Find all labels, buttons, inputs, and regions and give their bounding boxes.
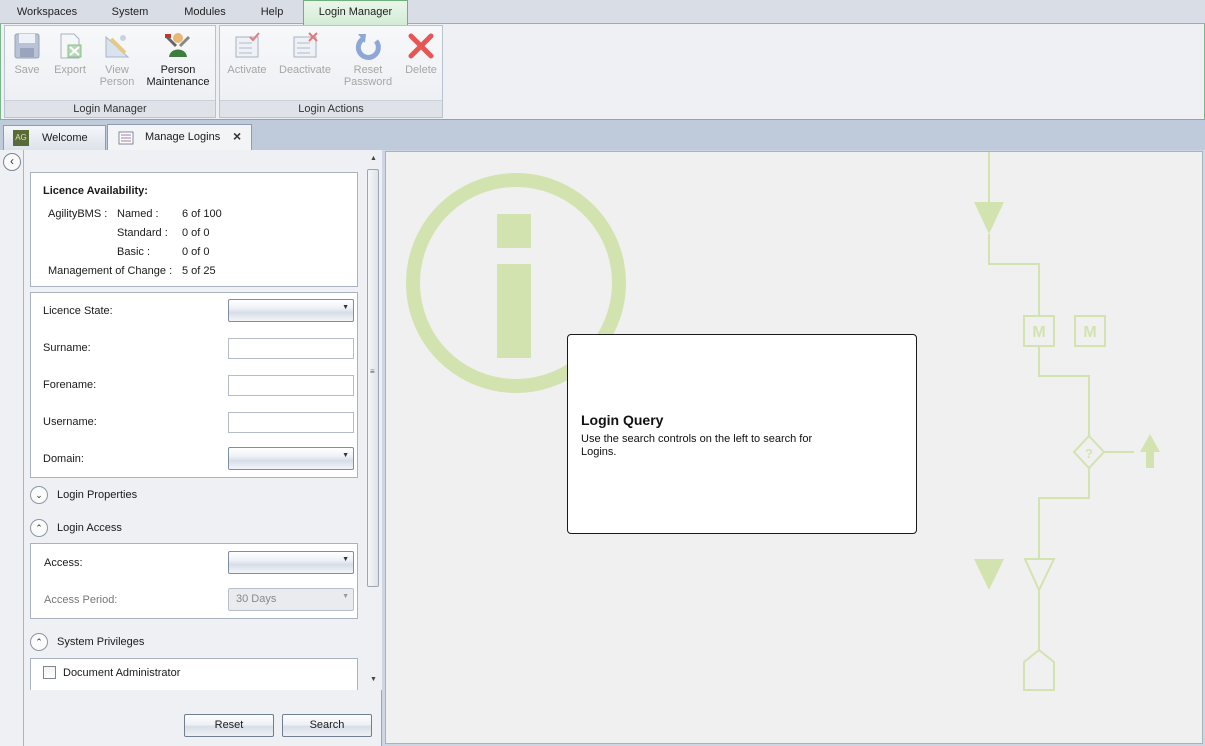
access-label: Access: — [44, 557, 83, 569]
licence-named-value: 6 of 100 — [182, 208, 222, 220]
login-access-toggle[interactable]: ⌃ Login Access — [30, 519, 330, 539]
chevron-down-icon: ▼ — [342, 304, 349, 311]
ribbon-group-label-login-actions: Login Actions — [220, 100, 442, 117]
scroll-down-icon[interactable]: ▼ — [365, 672, 382, 688]
menu-tab-workspaces[interactable]: Workspaces — [4, 3, 90, 23]
domain-label: Domain: — [43, 453, 84, 465]
close-icon[interactable]: × — [233, 125, 241, 147]
view-person-button[interactable]: View Person — [93, 31, 141, 88]
login-properties-label: Login Properties — [57, 489, 138, 501]
tab-manage-logins[interactable]: Manage Logins × — [107, 124, 252, 151]
licence-state-select[interactable]: ▼ — [228, 299, 354, 322]
system-privileges-box: Document Administrator — [30, 658, 358, 690]
collapse-icon: ⌃ — [30, 633, 48, 651]
export-button[interactable]: Export — [49, 31, 91, 76]
login-query-title: Login Query — [581, 412, 664, 428]
menu-tab-system[interactable]: System — [100, 3, 160, 23]
panel-scrollbar[interactable]: ▲ ≡ ▼ — [365, 150, 382, 690]
licence-basic-value: 0 of 0 — [182, 246, 210, 258]
search-button[interactable]: Search — [282, 714, 372, 737]
reset-button[interactable]: Reset — [184, 714, 274, 737]
collapse-strip: ‹ — [0, 150, 24, 746]
username-label: Username: — [43, 416, 97, 428]
manage-logins-icon — [118, 131, 134, 145]
tab-manage-logins-label: Manage Logins — [145, 131, 221, 143]
access-period-label: Access Period: — [44, 594, 118, 606]
person-maintenance-button[interactable]: Person Maintenance — [143, 31, 213, 88]
document-tab-strip: AG Welcome Manage Logins × — [0, 120, 1205, 151]
system-privileges-label: System Privileges — [57, 636, 145, 648]
login-access-label: Login Access — [57, 522, 122, 534]
ribbon-group-label-login-manager: Login Manager — [5, 100, 215, 117]
diagram-label-decision: ? — [1085, 446, 1093, 461]
chevron-down-icon: ▼ — [342, 452, 349, 459]
expand-icon: ⌄ — [30, 486, 48, 504]
licence-state-label: Licence State: — [43, 305, 113, 317]
system-privileges-toggle[interactable]: ⌃ System Privileges — [30, 633, 330, 653]
save-button[interactable]: Save — [7, 31, 47, 76]
menu-tab-modules[interactable]: Modules — [170, 3, 240, 23]
deactivate-button[interactable]: Deactivate — [274, 31, 336, 76]
process-flow-watermark — [988, 152, 1134, 691]
tools-icon — [165, 33, 191, 57]
menu-bar: Workspaces System Modules Help Login Man… — [0, 0, 1205, 25]
surname-label: Surname: — [43, 342, 91, 354]
ribbon-group-login-manager: Save Export View Person Person Maintenan… — [4, 25, 216, 118]
username-input[interactable] — [228, 412, 354, 433]
licence-standard-value: 0 of 0 — [182, 227, 210, 239]
search-panel: Licence Availability: AgilityBMS : Named… — [24, 150, 382, 746]
access-period-value: 30 Days — [236, 593, 277, 605]
licence-moc-label: Management of Change : — [48, 265, 173, 277]
surname-input[interactable] — [228, 338, 354, 359]
collapse-icon: ⌃ — [30, 519, 48, 537]
diagram-label-m1: M — [1032, 324, 1045, 341]
ribbon-group-login-actions: Activate Deactivate Reset Password Delete… — [219, 25, 443, 118]
tab-welcome-label: Welcome — [42, 132, 88, 144]
licence-named-label: Named : — [117, 208, 159, 220]
forename-input[interactable] — [228, 375, 354, 396]
reset-icon — [355, 34, 381, 60]
save-icon — [14, 33, 40, 59]
licence-moc-value: 5 of 25 — [182, 265, 216, 277]
login-query-text: Use the search controls on the left to s… — [581, 433, 813, 458]
licence-product-label: AgilityBMS : — [48, 208, 108, 220]
reset-password-button[interactable]: Reset Password — [338, 31, 398, 88]
activate-button[interactable]: Activate — [224, 31, 270, 76]
activate-icon — [235, 32, 260, 58]
licence-basic-label: Basic : — [117, 246, 151, 258]
licence-title: Licence Availability: — [43, 185, 148, 197]
scroll-up-icon[interactable]: ▲ — [365, 151, 382, 167]
login-properties-toggle[interactable]: ⌄ Login Properties — [30, 486, 330, 506]
diagram-label-m2: M — [1083, 324, 1096, 341]
results-area: M M ? Login Query Use the search control… — [385, 151, 1203, 744]
tab-welcome[interactable]: AG Welcome — [3, 125, 106, 150]
search-form-box: Licence State: ▼ Surname: Forename: User… — [30, 292, 358, 478]
agility-logo-icon: AG — [13, 130, 29, 146]
ribbon: Save Export View Person Person Maintenan… — [0, 24, 1205, 120]
export-icon — [60, 33, 82, 59]
access-select[interactable]: ▼ — [228, 551, 354, 574]
access-period-select[interactable]: 30 Days ▼ — [228, 588, 354, 611]
delete-icon — [408, 33, 434, 59]
document-administrator-label: Document Administrator — [63, 667, 181, 679]
collapse-panel-button[interactable]: ‹ — [3, 153, 21, 171]
deactivate-icon — [293, 32, 318, 58]
menu-tab-login-manager[interactable]: Login Manager — [303, 0, 408, 25]
document-administrator-checkbox[interactable] — [43, 666, 56, 679]
chevron-left-icon: ‹ — [10, 154, 14, 168]
login-query-card: Login Query Use the search controls on t… — [567, 334, 917, 534]
grip-icon: ≡ — [370, 367, 375, 376]
view-person-icon — [105, 35, 130, 58]
delete-button[interactable]: Delete — [400, 31, 442, 76]
chevron-down-icon: ▼ — [342, 556, 349, 563]
licence-availability-box: Licence Availability: AgilityBMS : Named… — [30, 172, 358, 287]
scroll-thumb[interactable]: ≡ — [367, 169, 379, 587]
forename-label: Forename: — [43, 379, 97, 391]
domain-select[interactable]: ▼ — [228, 447, 354, 470]
menu-tab-help[interactable]: Help — [248, 3, 296, 23]
chevron-down-icon: ▼ — [342, 593, 349, 600]
login-access-box: Access: ▼ Access Period: 30 Days ▼ — [30, 543, 358, 619]
licence-standard-label: Standard : — [117, 227, 168, 239]
